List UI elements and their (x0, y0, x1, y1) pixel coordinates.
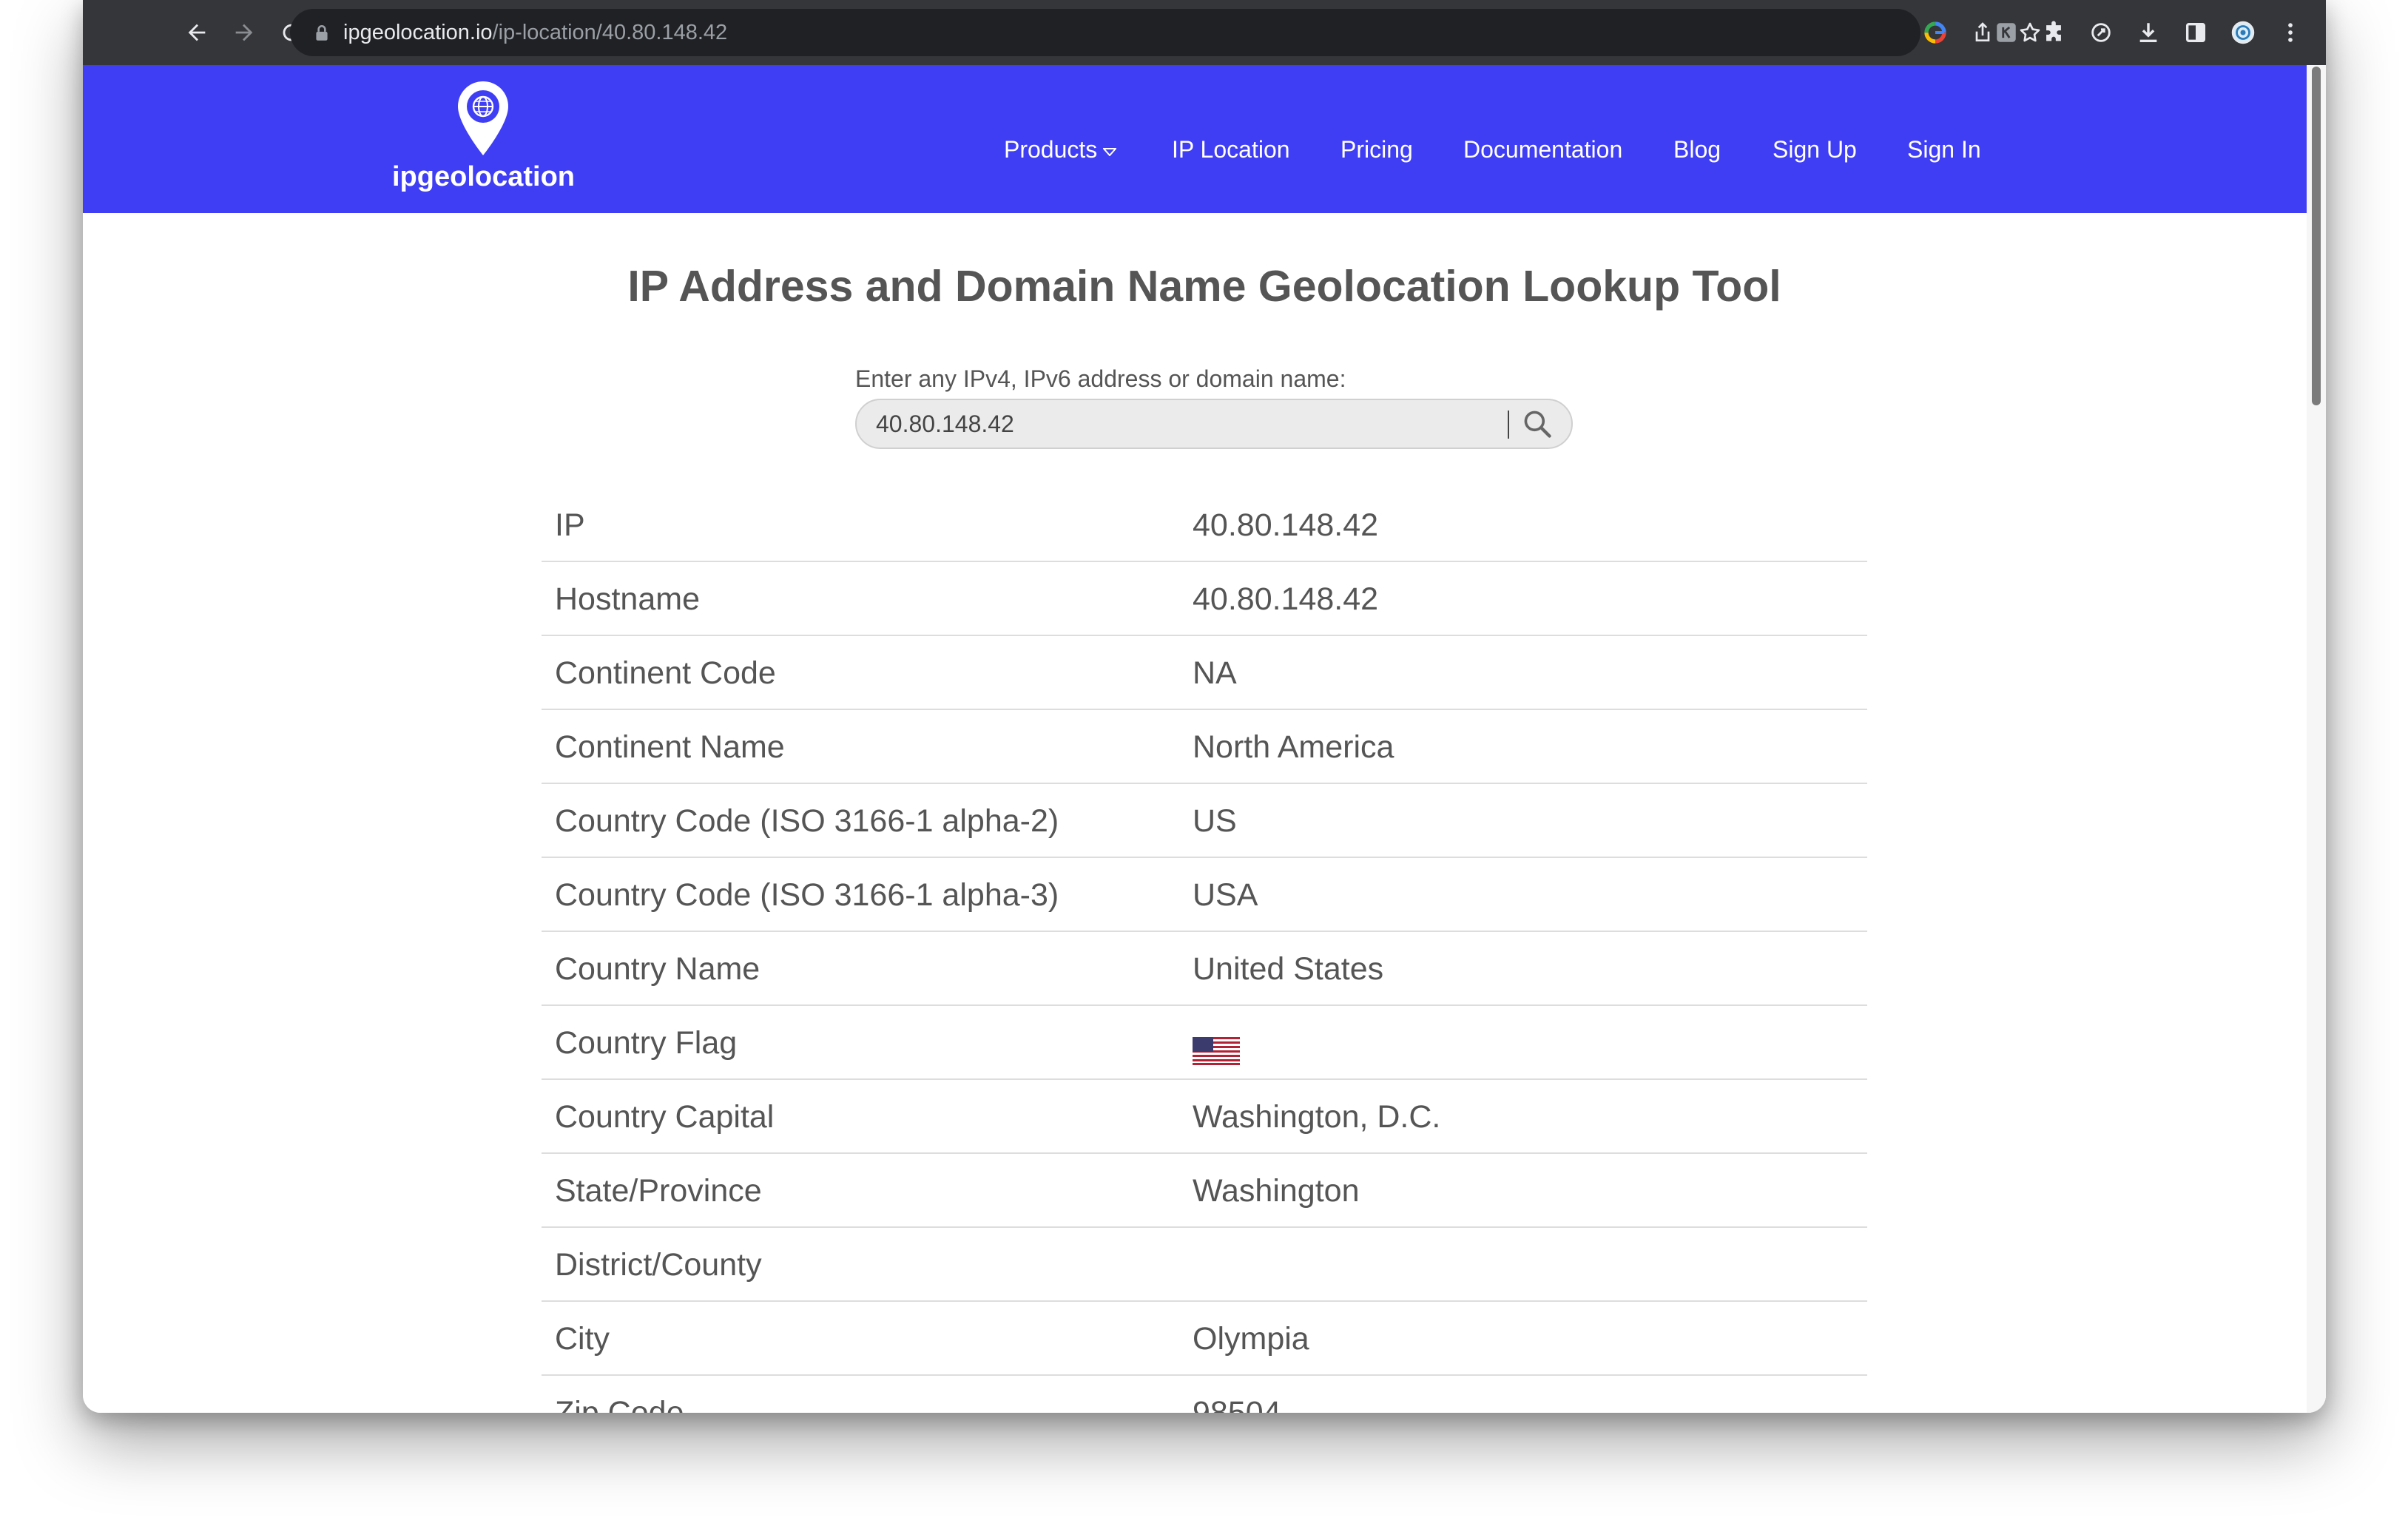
nav-products-label: Products (1004, 136, 1098, 163)
download-icon[interactable] (2129, 13, 2168, 52)
table-row: IP 40.80.148.42 (542, 488, 1867, 562)
address-bar[interactable]: ipgeolocation.io/ip-location/40.80.148.4… (290, 9, 2040, 56)
extension-icon[interactable] (1987, 13, 2026, 52)
us-flag-icon (1193, 1037, 1240, 1065)
row-value: US (1193, 803, 1237, 839)
scrollbar-thumb[interactable] (2312, 67, 2321, 405)
table-row: Hostname 40.80.148.42 (542, 562, 1867, 636)
row-value: NA (1193, 655, 1237, 691)
row-value: 98504 (1193, 1395, 1281, 1413)
row-label: IP (555, 507, 585, 543)
nav-products[interactable]: Products (1004, 136, 1117, 163)
menu-kebab-icon[interactable] (2271, 13, 2310, 52)
text-cursor (1508, 411, 1509, 439)
row-value: 40.80.148.42 (1193, 507, 1379, 543)
table-row: Zip Code 98504 (542, 1376, 1867, 1413)
row-label: City (555, 1321, 610, 1357)
nav-sign-up[interactable]: Sign Up (1773, 136, 1857, 163)
search-label: Enter any IPv4, IPv6 address or domain n… (855, 365, 1346, 392)
row-value: Washington (1193, 1173, 1360, 1209)
row-value: USA (1193, 877, 1258, 913)
table-row: Country Code (ISO 3166-1 alpha-3) USA (542, 858, 1867, 932)
logo-text: ipgeolocation (392, 161, 575, 192)
chevron-down-icon (1103, 147, 1117, 156)
url-path: /ip-location/40.80.148.42 (492, 21, 728, 44)
row-label: Continent Name (555, 729, 785, 765)
row-label: District/County (555, 1247, 762, 1283)
search-input[interactable]: 40.80.148.42 (855, 399, 1573, 449)
sync-icon[interactable] (2082, 13, 2120, 52)
row-label: Country Capital (555, 1099, 775, 1135)
nav-sign-in[interactable]: Sign In (1907, 136, 1981, 163)
row-label: Continent Code (555, 655, 776, 691)
google-icon[interactable] (1920, 18, 1950, 47)
row-label: Country Flag (555, 1025, 738, 1061)
site-logo[interactable]: ipgeolocation (392, 80, 575, 198)
search-icon[interactable] (1521, 408, 1554, 440)
browser-toolbar: ipgeolocation.io/ip-location/40.80.148.4… (83, 0, 2326, 65)
forward-icon[interactable] (225, 13, 263, 52)
table-row: District/County (542, 1228, 1867, 1302)
row-value: United States (1193, 951, 1384, 987)
search-value: 40.80.148.42 (876, 411, 1014, 437)
row-value: Washington, D.C. (1193, 1099, 1441, 1135)
table-row: Country Code (ISO 3166-1 alpha-2) US (542, 784, 1867, 858)
row-value: Olympia (1193, 1321, 1309, 1357)
row-label: Country Name (555, 951, 760, 987)
back-icon[interactable] (178, 13, 216, 52)
nav-blog[interactable]: Blog (1673, 136, 1721, 163)
row-value: 40.80.148.42 (1193, 581, 1379, 617)
url-host: ipgeolocation.io (343, 21, 493, 44)
profile-avatar-icon[interactable] (2224, 13, 2262, 52)
table-row: Continent Name North America (542, 710, 1867, 784)
row-label: Hostname (555, 581, 700, 617)
table-row: Continent Code NA (542, 636, 1867, 710)
table-row: Country Capital Washington, D.C. (542, 1080, 1867, 1154)
side-panel-icon[interactable] (2176, 13, 2215, 52)
table-row: State/Province Washington (542, 1154, 1867, 1228)
row-value: North America (1193, 729, 1394, 765)
lock-icon[interactable] (312, 24, 331, 43)
nav-ip-location[interactable]: IP Location (1172, 136, 1290, 163)
browser-window: ipgeolocation.io/ip-location/40.80.148.4… (83, 0, 2326, 1413)
page-title: IP Address and Domain Name Geolocation L… (627, 262, 1781, 311)
row-label: State/Province (555, 1173, 762, 1209)
table-row: City Olympia (542, 1302, 1867, 1376)
location-pin-icon (458, 81, 508, 155)
site-header: ipgeolocation Products IP Location Prici… (83, 65, 2326, 213)
puzzle-icon[interactable] (2034, 13, 2073, 52)
geolocation-table: IP 40.80.148.42 Hostname 40.80.148.42 Co… (542, 488, 1867, 1413)
row-label: Country Code (ISO 3166-1 alpha-3) (555, 877, 1059, 913)
row-label: Zip Code (555, 1395, 684, 1413)
row-label: Country Code (ISO 3166-1 alpha-2) (555, 803, 1059, 839)
url-text[interactable]: ipgeolocation.io/ip-location/40.80.148.4… (343, 19, 727, 46)
nav-pricing[interactable]: Pricing (1340, 136, 1413, 163)
table-row: Country Name United States (542, 932, 1867, 1006)
page-scrollbar[interactable] (2307, 65, 2326, 1413)
nav-documentation[interactable]: Documentation (1463, 136, 1622, 163)
table-row: Country Flag (542, 1006, 1867, 1080)
